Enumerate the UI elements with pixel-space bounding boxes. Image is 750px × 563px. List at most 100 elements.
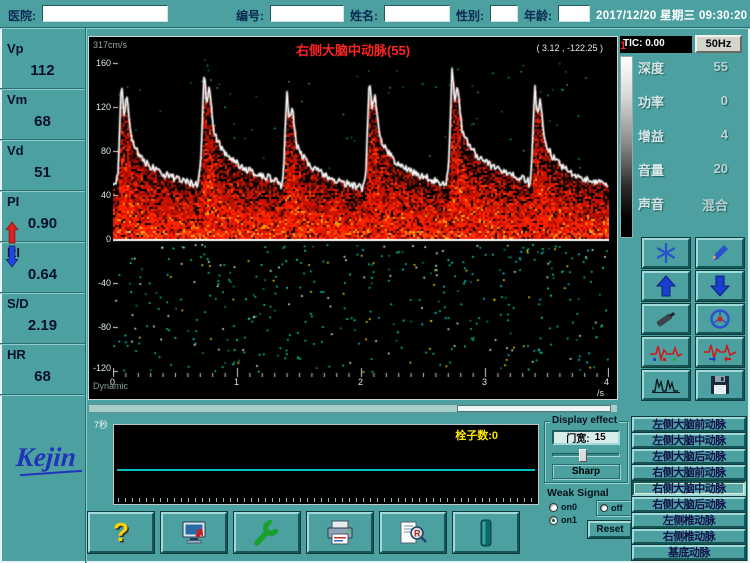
record-id-input[interactable]: [270, 5, 344, 22]
depth-up-button[interactable]: [642, 271, 690, 301]
param-label: Vd: [7, 143, 24, 158]
tcd-app-window: 医院: 编号: 姓名: 性别: 年龄: 2017/12/20 星期三 09:30…: [0, 0, 750, 563]
radio-icon[interactable]: [600, 504, 608, 512]
dynamic-mode-label: Dynamic: [93, 381, 128, 391]
setting-depth: 深度 55: [636, 58, 744, 78]
x-tick: 4: [604, 377, 609, 387]
artery-item[interactable]: 左侧大脑后动脉: [632, 449, 746, 464]
freeze-button[interactable]: [642, 238, 690, 268]
radio-icon[interactable]: [549, 516, 558, 525]
tic-readout: TIC: 0.00: [620, 36, 692, 53]
sharp-mode-select[interactable]: Sharp: [552, 464, 620, 479]
weak-signal-on1-radio[interactable]: on1: [549, 515, 577, 525]
review-button[interactable]: [161, 512, 227, 553]
weak-signal-off-radio[interactable]: off: [596, 500, 632, 516]
setting-value: 0: [721, 93, 728, 108]
gender-input[interactable]: [490, 5, 518, 22]
flow-direction-up-icon: [5, 221, 19, 244]
snowflake-icon: [655, 242, 677, 264]
setting-power: 功率 0: [636, 92, 744, 112]
arrow-down-icon: [710, 275, 730, 297]
radio-label: off: [611, 503, 623, 513]
spectrum-canvas[interactable]: [113, 59, 609, 377]
param-vm: Vm 68: [0, 89, 85, 140]
channel-indicator: 1: [620, 40, 626, 52]
report-button[interactable]: R: [380, 512, 446, 553]
save-button[interactable]: [696, 370, 744, 400]
probe-button[interactable]: [642, 304, 690, 334]
trend-display-button[interactable]: [642, 370, 690, 400]
hospital-input[interactable]: [42, 5, 168, 22]
artery-item[interactable]: 左侧大脑中动脉: [632, 433, 746, 448]
setup-button[interactable]: [234, 512, 300, 553]
annotate-button[interactable]: [696, 238, 744, 268]
setting-gain: 增益 4: [636, 126, 744, 146]
wrench-icon: [253, 520, 281, 546]
artery-item[interactable]: 右侧椎动脉: [632, 529, 746, 544]
setting-label: 声音: [638, 194, 664, 213]
param-value: 68: [0, 368, 85, 385]
param-value: 68: [0, 113, 85, 130]
radio-label: on1: [561, 515, 577, 525]
measurement-sidebar: Vp 112 Vm 68 Vd 51 PI 0.90 RI 0.64 S/D 2…: [0, 28, 86, 563]
setting-label: 增益: [638, 126, 664, 145]
trend-ruler-ticks: [118, 498, 534, 502]
weak-signal-title: Weak Signal: [547, 487, 609, 499]
artery-item[interactable]: 左侧椎动脉: [632, 513, 746, 528]
waveform-icon: [651, 375, 681, 395]
param-value: 112: [0, 62, 85, 79]
frequency-button[interactable]: 50Hz: [695, 35, 742, 53]
power-button[interactable]: [453, 512, 519, 553]
report-magnifier-icon: R: [398, 520, 428, 546]
print-button[interactable]: [307, 512, 373, 553]
param-vd: Vd 51: [0, 140, 85, 191]
artery-item[interactable]: 右侧大脑前动脉: [632, 465, 746, 480]
gate-width-value: 15: [595, 432, 606, 443]
slider-thumb[interactable]: [579, 449, 587, 462]
y-tick: -80: [91, 322, 111, 332]
reset-button[interactable]: Reset: [588, 521, 632, 538]
probe-icon: [654, 308, 678, 330]
floppy-disk-icon: [710, 375, 730, 395]
setting-value: 55: [714, 59, 728, 74]
scrollbar-thumb[interactable]: [457, 405, 611, 412]
artery-item[interactable]: 左侧大脑前动脉: [632, 417, 746, 432]
svg-text:R: R: [414, 528, 421, 538]
param-sd: S/D 2.19: [0, 293, 85, 344]
param-label: HR: [7, 347, 26, 362]
x-tick: 1: [234, 377, 239, 387]
x-axis-unit: /s: [597, 388, 604, 398]
question-mark-icon: ?: [113, 517, 129, 548]
ecg-display-button[interactable]: [642, 337, 690, 367]
x-tick: 2: [358, 377, 363, 387]
trend-baseline: [117, 469, 535, 471]
artery-item[interactable]: 右侧大脑后动脉: [632, 497, 746, 512]
ecg-sweep-button[interactable]: [696, 337, 744, 367]
artery-item[interactable]: 右侧大脑中动脉: [632, 481, 746, 496]
gender-label: 性别:: [456, 7, 484, 24]
gate-width-label: 门宽:: [566, 430, 589, 445]
depth-down-button[interactable]: [696, 271, 744, 301]
display-effect-title: Display effect: [550, 415, 619, 426]
datetime-display: 2017/12/20 星期三 09:30:20: [596, 7, 747, 23]
kejin-logo: Kejin: [15, 442, 77, 473]
age-input[interactable]: [558, 5, 590, 22]
name-input[interactable]: [384, 5, 450, 22]
x-tick: 3: [482, 377, 487, 387]
record-button[interactable]: [696, 304, 744, 334]
spectrum-scrollbar[interactable]: [88, 404, 618, 413]
display-effect-group: Display effect 门宽: 15 Sharp: [544, 421, 628, 483]
help-button[interactable]: ?: [88, 512, 154, 553]
record-id-label: 编号:: [236, 7, 264, 24]
hospital-label: 医院:: [8, 7, 36, 24]
artery-item[interactable]: 基底动脉: [632, 545, 746, 560]
grayscale-colorbar: [620, 56, 633, 238]
gate-width-field[interactable]: 门宽: 15: [552, 430, 620, 445]
weak-signal-on0-radio[interactable]: on0: [549, 502, 577, 512]
gate-width-slider[interactable]: [552, 453, 620, 457]
radio-label: on0: [561, 502, 577, 512]
radio-icon[interactable]: [549, 503, 558, 512]
ecg-trace-icon: [649, 342, 683, 362]
setting-value: 20: [714, 161, 728, 176]
setting-value: 混合: [702, 195, 728, 214]
